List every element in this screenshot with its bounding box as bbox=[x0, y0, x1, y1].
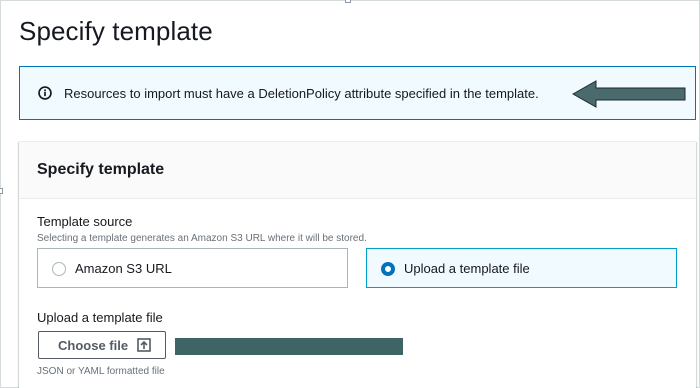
info-alert-text: Resources to import must have a Deletion… bbox=[64, 86, 539, 101]
resize-handle-top[interactable] bbox=[345, 0, 351, 3]
choose-file-button-label: Choose file bbox=[58, 338, 129, 353]
left-arrow-icon bbox=[572, 80, 686, 108]
resize-handle-left[interactable] bbox=[0, 188, 3, 194]
panel-header: Specify template bbox=[19, 142, 696, 199]
template-source-description: Selecting a template generates an Amazon… bbox=[37, 233, 367, 244]
info-circle-icon bbox=[38, 86, 52, 100]
upload-file-label: Upload a template file bbox=[37, 310, 163, 325]
tile-label-amazon-s3-url: Amazon S3 URL bbox=[75, 261, 172, 276]
tile-label-upload-template-file: Upload a template file bbox=[404, 261, 530, 276]
panel-title: Specify template bbox=[37, 161, 165, 178]
tile-amazon-s3-url[interactable]: Amazon S3 URL bbox=[37, 248, 348, 288]
upload-icon bbox=[137, 338, 151, 352]
screenshot-canvas: Specify template Resources to import mus… bbox=[0, 0, 700, 388]
radio-amazon-s3-url[interactable] bbox=[52, 262, 66, 276]
redacted-filename bbox=[175, 338, 403, 355]
frame-border-left bbox=[0, 0, 1, 388]
radio-upload-template-file[interactable] bbox=[381, 262, 395, 276]
upload-constraint-text: JSON or YAML formatted file bbox=[37, 366, 165, 377]
choose-file-button[interactable]: Choose file bbox=[38, 331, 166, 359]
tile-upload-template-file[interactable]: Upload a template file bbox=[366, 248, 677, 288]
page-title: Specify template bbox=[19, 16, 213, 46]
specify-template-panel: Specify template Template source Selecti… bbox=[19, 141, 696, 388]
template-source-label: Template source bbox=[37, 214, 133, 229]
